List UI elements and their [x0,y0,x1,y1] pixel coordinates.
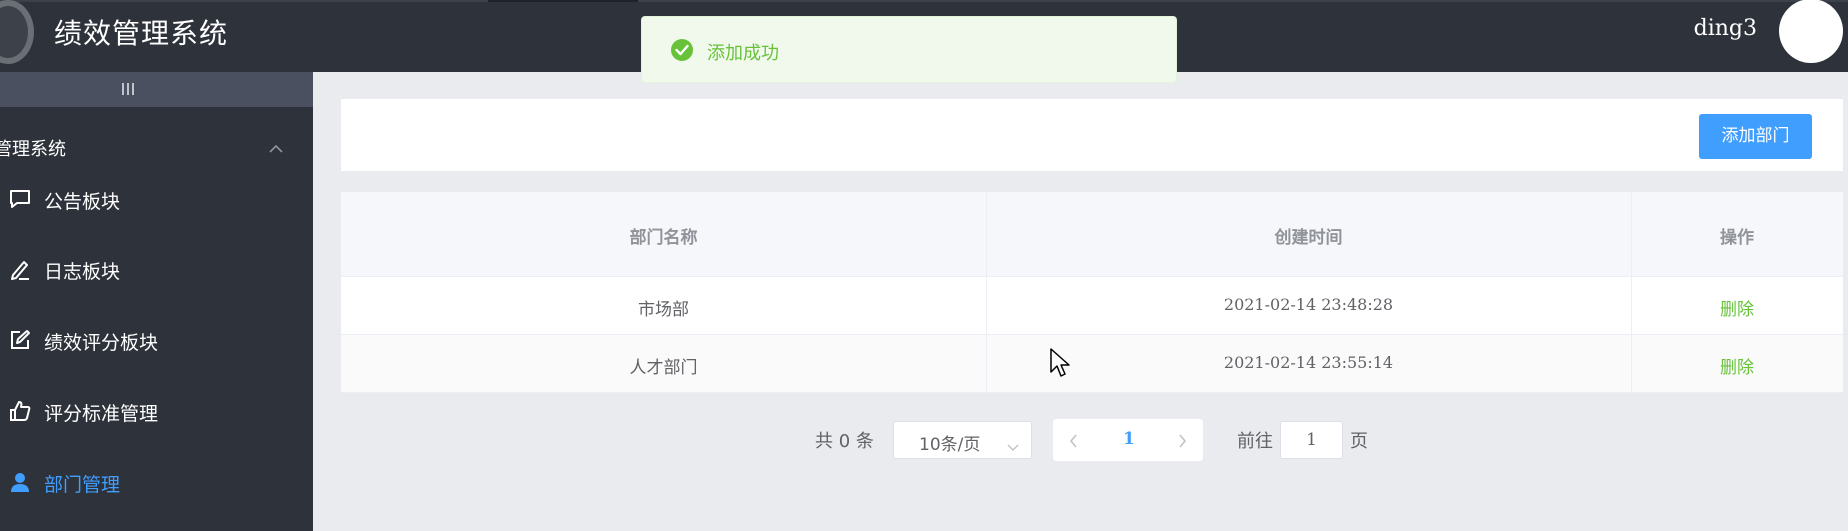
department-table: 部门名称 创建时间 操作 市场部 2021-02-14 23:48:28 删除 … [341,192,1843,393]
toast-message: 添加成功 [707,43,779,64]
sidebar-item-logs[interactable]: 日志板块 [0,240,313,296]
username[interactable]: ding3 [1694,16,1757,41]
menu-bars-icon [122,83,136,95]
sidebar-item-announcements[interactable]: 公告板块 [0,170,313,226]
delete-link[interactable]: 删除 [1631,353,1843,378]
sidebar-item-departments[interactable]: 部门管理 [0,453,313,509]
goto-label: 前往 [1237,431,1273,452]
sidebar-item-label: 公告板块 [44,191,121,213]
thumb-up-icon [9,400,31,422]
table-header: 部门名称 创建时间 操作 [341,192,1843,277]
page-number-current[interactable]: 1 [1123,429,1135,449]
page-size-value: 10条/页 [919,435,981,455]
column-header-actions: 操作 [1720,228,1754,248]
sidebar: 管理系统 公告板块 日志板块 绩效评分板块 评分标准管理 部门管理 [0,72,313,531]
column-header-created: 创建时间 [1274,228,1343,248]
table-row: 人才部门 2021-02-14 23:55:14 删除 [341,335,1843,393]
page-size-select[interactable]: 10条/页 [893,421,1032,459]
sidebar-group-label: 管理系统 [0,139,66,160]
column-divider [1631,192,1632,392]
app-title: 绩效管理系统 [54,17,229,50]
mouse-cursor-icon [1050,348,1070,382]
sidebar-item-label: 部门管理 [44,474,121,496]
sidebar-item-label: 评分标准管理 [44,403,159,425]
toolbar-card [341,99,1843,171]
column-header-name: 部门名称 [629,228,698,248]
app-logo [0,0,34,64]
pager: 1 [1053,419,1203,461]
pagination-total: 共 0 条 [815,431,874,452]
success-toast: 添加成功 [641,16,1177,83]
cell-created-time: 2021-02-14 23:48:28 [1223,295,1394,314]
prev-page-button[interactable] [1069,433,1078,452]
cell-created-time: 2021-02-14 23:55:14 [1223,353,1394,372]
add-department-button[interactable]: 添加部门 [1699,114,1812,159]
check-circle-icon [671,39,693,61]
next-page-button[interactable] [1178,433,1187,452]
avatar[interactable] [1779,0,1843,63]
sidebar-collapse-toggle[interactable] [0,72,313,107]
sidebar-group-header[interactable]: 管理系统 [0,127,313,167]
sidebar-item-label: 绩效评分板块 [44,332,159,354]
sidebar-item-standards[interactable]: 评分标准管理 [0,382,313,438]
edit-icon [9,329,31,351]
chevron-up-icon [269,139,283,153]
cell-department-name: 人才部门 [629,358,698,378]
table-row: 市场部 2021-02-14 23:48:28 删除 [341,277,1843,335]
goto-suffix: 页 [1350,431,1368,452]
message-square-icon [9,188,31,210]
cell-department-name: 市场部 [638,300,689,320]
column-divider [986,192,987,392]
header-topline [0,0,1848,2]
goto-page-input[interactable]: 1 [1280,421,1343,459]
sidebar-item-performance[interactable]: 绩效评分板块 [0,311,313,367]
pen-icon [9,258,31,280]
delete-link[interactable]: 删除 [1631,295,1843,320]
header-topline-accent [488,0,638,2]
chevron-down-icon [1007,437,1019,456]
user-icon [9,471,31,493]
sidebar-item-label: 日志板块 [44,261,121,283]
